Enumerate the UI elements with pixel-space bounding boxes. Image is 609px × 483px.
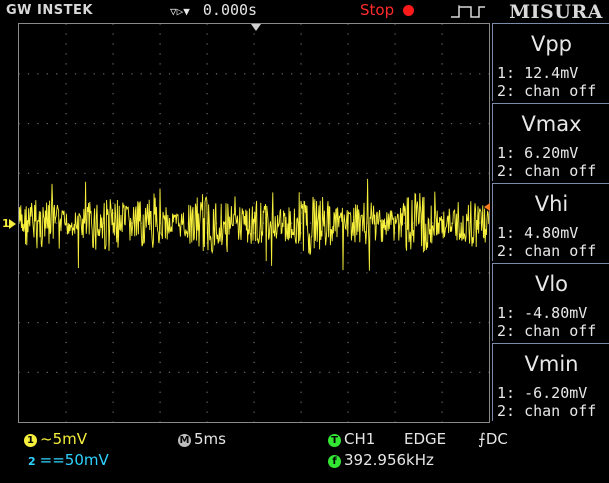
bottom-status-bar: 1 ~5mV 2 ==50mV M 5ms T CH1 EDGE ⨍DC f 392.95… (0, 425, 609, 483)
measurement-name: Vmin (524, 352, 579, 376)
measurement-ch2-value: 2: chan off (497, 322, 597, 340)
delay-arrows-icon: ▽▷▼ (170, 5, 190, 18)
ch1-scale-value: ~5mV (40, 430, 87, 448)
horizontal-delay: ▽▷▼ 0.000s (170, 1, 257, 19)
graticule (19, 24, 489, 422)
timebase[interactable]: M 5ms (178, 430, 226, 448)
waveform-display[interactable] (18, 23, 490, 423)
trigger-source-value: CH1 (344, 430, 376, 448)
trigger-source[interactable]: T CH1 (328, 430, 375, 448)
measurement-panel: Vpp 1: 12.4mV 2: chan off Vmax 1: 6.20mV… (492, 23, 609, 425)
trigger-edge-icon (451, 5, 485, 18)
measurement-vhi[interactable]: Vhi 1: 4.80mV 2: chan off (492, 183, 609, 261)
ch2-vertical-scale[interactable]: 2 ==50mV (28, 451, 109, 469)
status-text: Stop (360, 1, 395, 19)
frequency-value: 392.956kHz (344, 451, 434, 469)
timebase-badge-icon: M (178, 434, 191, 447)
measurement-vlo[interactable]: Vlo 1: -4.80mV 2: chan off (492, 263, 609, 341)
measurement-ch2-value: 2: chan off (497, 82, 597, 100)
measurement-name: Vmax (521, 112, 582, 136)
measurement-ch1-value: 1: -6.20mV (497, 384, 588, 402)
stop-indicator-icon (402, 5, 414, 16)
trigger-type[interactable]: EDGE (404, 430, 446, 448)
ch2-scale-value: ==50mV (39, 451, 109, 469)
oscilloscope-screen: GW INSTEK ▽▷▼ 0.000s Stop MISURA 1 Vpp 1… (0, 0, 609, 483)
measurement-ch1-value: 1: 6.20mV (497, 144, 579, 162)
brand-logo: GW INSTEK (6, 3, 93, 18)
menu-title: MISURA (509, 1, 603, 23)
ch2-badge-icon: 2 (28, 455, 36, 468)
trigger-coupling[interactable]: ⨍DC (478, 430, 508, 448)
frequency-badge-icon: f (328, 455, 341, 468)
measurement-vmax[interactable]: Vmax 1: 6.20mV 2: chan off (492, 103, 609, 181)
timebase-value: 5ms (194, 430, 226, 448)
measurement-ch1-value: 1: 12.4mV (497, 64, 579, 82)
measurement-vpp[interactable]: Vpp 1: 12.4mV 2: chan off (492, 23, 609, 101)
trigger-level-marker-icon (484, 203, 490, 211)
acquisition-status: Stop (360, 1, 414, 19)
measurement-ch1-value: 1: 4.80mV (497, 224, 579, 242)
delay-value: 0.000s (202, 1, 258, 19)
ch1-badge-icon: 1 (24, 434, 37, 447)
measurement-ch1-value: 1: -4.80mV (497, 304, 588, 322)
top-status-bar: GW INSTEK ▽▷▼ 0.000s Stop MISURA (0, 0, 609, 23)
measurement-ch2-value: 2: chan off (497, 162, 597, 180)
ch1-vertical-scale[interactable]: 1 ~5mV (24, 430, 87, 448)
trigger-position-marker-icon (251, 24, 261, 31)
measurement-ch2-value: 2: chan off (497, 402, 597, 420)
measurement-name: Vhi (534, 192, 569, 216)
measurement-name: Vlo (534, 272, 569, 296)
measurement-name: Vpp (530, 32, 573, 56)
trigger-badge-icon: T (328, 434, 341, 447)
measurement-vmin[interactable]: Vmin 1: -6.20mV 2: chan off (492, 343, 609, 421)
measurement-ch2-value: 2: chan off (497, 242, 597, 260)
ch1-marker-arrow-icon (9, 219, 16, 229)
frequency-counter: f 392.956kHz (328, 451, 434, 469)
ch1-ground-marker[interactable]: 1 (0, 215, 17, 233)
